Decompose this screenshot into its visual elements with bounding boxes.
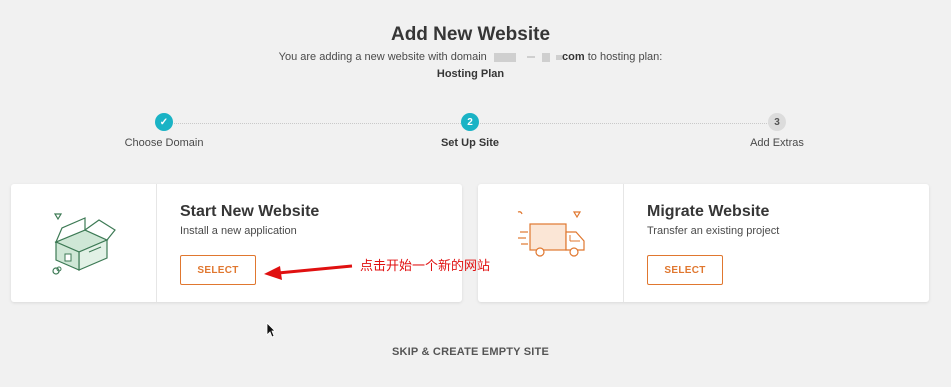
annotation-text: 点击开始一个新的网站 [360,258,491,273]
select-new-website-button[interactable]: SELECT [180,255,256,285]
moving-truck-icon [516,210,588,265]
domain-suffix: com [562,51,585,63]
migrate-website-card[interactable]: Migrate Website Transfer an existing pro… [478,184,929,302]
mouse-cursor-icon [266,322,276,338]
domain-name: com [490,51,588,63]
step-number: 2 [461,113,479,131]
step-choose-domain: ✓ Choose Domain [84,113,244,149]
subtitle-suffix: to hosting plan: [587,51,663,63]
step-label: Choose Domain [124,137,204,149]
card-title: Start New Website [180,203,320,220]
card-description: Transfer an existing project [647,225,780,237]
card-divider [156,184,157,302]
skip-create-empty-site-link[interactable]: SKIP & CREATE EMPTY SITE [0,346,941,358]
page-subtitle: You are adding a new website with domain… [0,51,941,63]
card-divider [623,184,624,302]
step-set-up-site: 2 Set Up Site [390,113,550,149]
step-label: Add Extras [750,137,804,149]
select-migrate-website-button[interactable]: SELECT [647,255,723,285]
start-new-website-card[interactable]: Start New Website Install a new applicat… [11,184,462,302]
hosting-plan-name: Hosting Plan [436,68,505,80]
page-title: Add New Website [390,24,551,45]
house-box-icon [49,210,121,283]
subtitle-prefix: You are adding a new website with domain [278,51,487,63]
annotation-arrow-icon [264,264,353,280]
card-description: Install a new application [180,225,297,237]
check-icon: ✓ [155,113,173,131]
step-label: Set Up Site [440,137,500,149]
step-number: 3 [768,113,786,131]
card-title: Migrate Website [647,203,770,220]
step-add-extras: 3 Add Extras [697,113,857,149]
